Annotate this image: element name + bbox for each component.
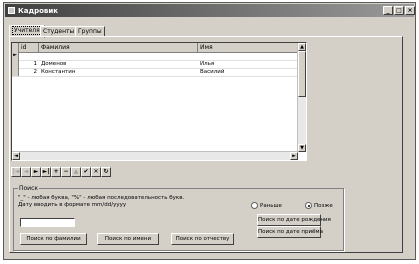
search-group-title: Поиск — [18, 185, 40, 192]
cell-name[interactable]: Василий — [200, 68, 224, 76]
search-input[interactable] — [20, 218, 75, 227]
cell-id[interactable] — [21, 52, 37, 60]
nav-delete-icon[interactable]: − — [61, 167, 71, 177]
search-group: Поиск "_" - любая буква, "%" - любая пос… — [13, 185, 344, 251]
row-indicator — [12, 60, 19, 68]
cell-id[interactable]: 2 — [21, 68, 38, 76]
data-grid[interactable]: id Фамилия Имя ► 1 Доменов Илья 2 Конста… — [11, 42, 307, 161]
radio-later-circle[interactable] — [305, 202, 312, 209]
nav-insert-icon[interactable]: + — [51, 167, 61, 177]
scroll-down-icon[interactable]: ▼ — [298, 144, 306, 152]
search-by-hire-date-button[interactable]: Поиск по дате приёма — [257, 226, 323, 238]
window-title: Кадровик — [18, 7, 59, 15]
nav-prior-icon[interactable]: ◄ — [21, 167, 31, 177]
row-indicator — [12, 68, 19, 76]
radio-later-label: Позже — [314, 203, 333, 209]
cell-surname[interactable]: Константин — [41, 68, 75, 76]
scroll-up-icon[interactable]: ▲ — [298, 43, 306, 51]
table-row[interactable]: 2 Константин Василий — [12, 68, 298, 77]
search-by-name-button[interactable]: Поиск по имени — [97, 233, 159, 245]
search-by-patronymic-button[interactable]: Поиск по отчеству — [171, 233, 234, 245]
header-id[interactable]: id — [19, 43, 39, 52]
header-name[interactable]: Имя — [198, 43, 300, 52]
radio-earlier-circle[interactable] — [251, 202, 258, 209]
vertical-scrollbar[interactable]: ▲ ▼ — [297, 43, 306, 152]
header-surname[interactable]: Фамилия — [39, 43, 198, 52]
search-by-birth-date-button[interactable]: Поиск по дате рождения — [257, 214, 331, 226]
horizontal-scrollbar[interactable]: ◄ ► — [12, 151, 298, 160]
nav-next-icon[interactable]: ► — [31, 167, 41, 177]
nav-first-icon[interactable]: |◄ — [11, 167, 21, 177]
nav-cancel-icon[interactable]: ✕ — [91, 167, 101, 177]
close-button[interactable]: × — [405, 6, 415, 15]
maximize-button[interactable]: □ — [394, 6, 404, 15]
header-indicator — [12, 43, 19, 52]
search-by-surname-button[interactable]: Поиск по фамилии — [20, 233, 87, 245]
scroll-left-icon[interactable]: ◄ — [12, 152, 20, 160]
cell-id[interactable]: 1 — [21, 60, 38, 68]
cell-surname[interactable]: Доменов — [41, 60, 66, 68]
cell-name[interactable]: Илья — [200, 60, 214, 68]
scroll-right-icon[interactable]: ► — [290, 152, 298, 160]
radio-later[interactable]: Позже — [305, 202, 333, 209]
radio-earlier[interactable]: Раньше — [251, 202, 282, 209]
nav-refresh-icon[interactable]: ↻ — [101, 167, 111, 177]
nav-edit-icon[interactable]: ▲ — [71, 167, 81, 177]
nav-last-icon[interactable]: ►| — [41, 167, 51, 177]
row-indicator: ► — [12, 52, 19, 60]
title-bar[interactable]: Кадровик _ □ × — [5, 4, 415, 17]
scroll-thumb[interactable] — [298, 51, 306, 97]
nav-post-icon[interactable]: ✔ — [81, 167, 91, 177]
search-hint-date-format: Дату вводить в формате mm/dd/yyyy — [18, 202, 127, 208]
search-hint-wildcards: "_" - любая буква, "%" - любая последова… — [18, 195, 185, 201]
radio-earlier-label: Раньше — [260, 203, 282, 209]
minimize-button[interactable]: _ — [383, 6, 393, 15]
app-icon — [8, 7, 15, 14]
